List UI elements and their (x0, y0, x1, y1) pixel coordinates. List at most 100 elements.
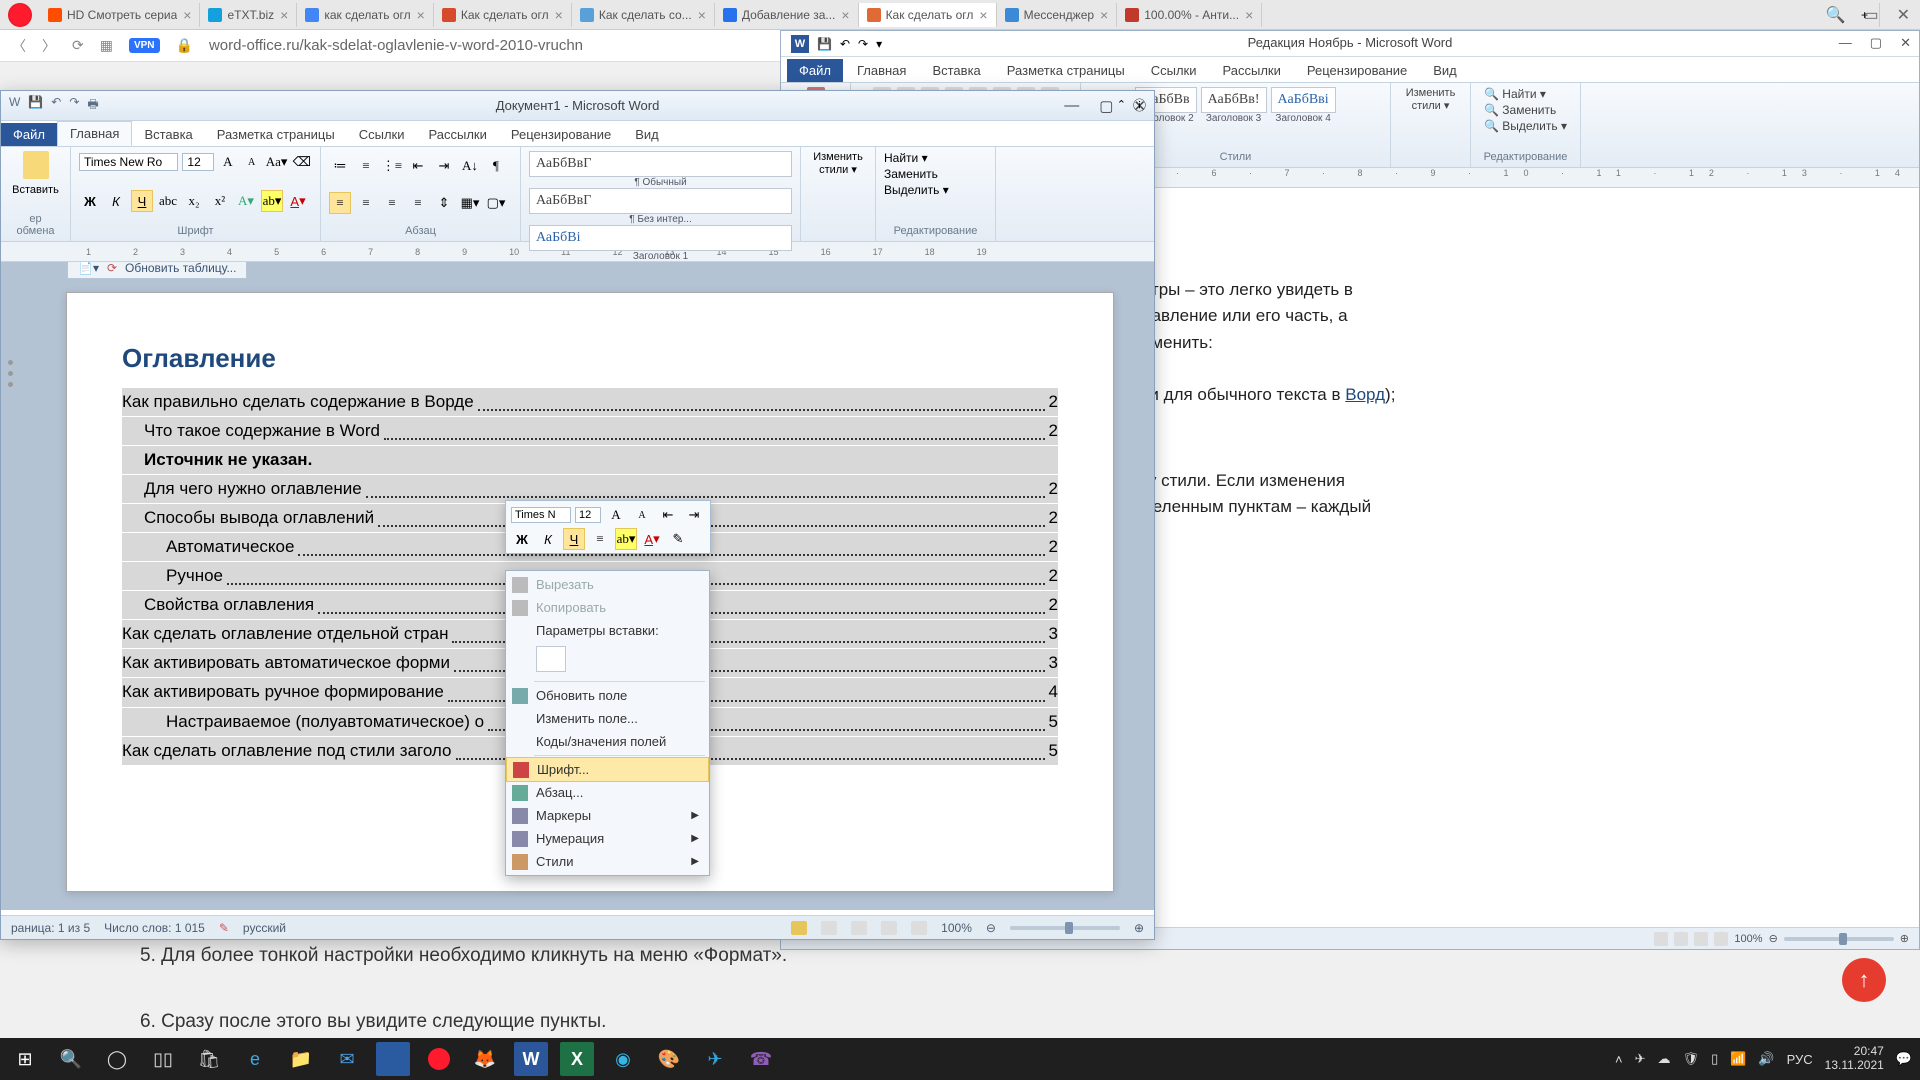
ribbon-tab[interactable]: Главная (57, 121, 132, 146)
tray-shield-icon[interactable]: 🛡 (1683, 1051, 1700, 1067)
mini-format-painter-icon[interactable]: ✎ (667, 528, 689, 550)
context-menu-item[interactable]: Шрифт... (506, 757, 709, 782)
view-web-icon[interactable] (851, 921, 867, 935)
proofing-icon[interactable]: ✎ (219, 921, 229, 935)
toc-entry[interactable]: Что такое содержание в Word2 (122, 417, 1058, 445)
shading-icon[interactable]: ▦▾ (459, 192, 481, 214)
telegram-icon[interactable]: ✈ (698, 1042, 732, 1076)
reload-button[interactable]: ⟳ (72, 37, 84, 54)
ribbon-tab[interactable]: Ссылки (347, 123, 417, 146)
context-menu-item[interactable]: Абзац... (506, 781, 709, 804)
close-tab-icon[interactable]: × (979, 7, 987, 23)
align-right-button[interactable]: ≡ (381, 192, 403, 214)
search-icon[interactable]: 🔍 (1826, 5, 1846, 25)
browser-sidebar-dots[interactable] (8, 360, 13, 387)
close-tab-icon[interactable]: × (1100, 7, 1108, 23)
mail-icon[interactable]: ✉ (330, 1042, 364, 1076)
minimize-button[interactable]: — (1839, 35, 1852, 51)
close-tab-icon[interactable]: × (698, 7, 706, 23)
context-menu-item[interactable]: Коды/значения полей (506, 730, 709, 753)
zoom-in-icon[interactable]: ⊕ (1900, 932, 1909, 945)
close-tab-icon[interactable]: × (1245, 7, 1253, 23)
tray-wifi-icon[interactable]: 📶 (1730, 1051, 1746, 1067)
align-center-button[interactable]: ≡ (355, 192, 377, 214)
undo-icon[interactable]: ↶ (840, 37, 850, 51)
subscript-button[interactable]: x₂ (183, 190, 205, 212)
vpn-badge[interactable]: VPN (129, 38, 160, 53)
language-status[interactable]: русский (243, 921, 286, 935)
redo-icon[interactable]: ↷ (858, 37, 868, 51)
context-menu-item[interactable]: Нумерация▶ (506, 827, 709, 850)
mini-dec-indent-icon[interactable]: ⇤ (657, 504, 679, 526)
browser-tab[interactable]: Мессенджер× (997, 3, 1118, 27)
mini-italic[interactable]: К (537, 528, 559, 550)
word-count[interactable]: Число слов: 1 015 (104, 921, 205, 935)
undo-icon[interactable]: ↶ (51, 95, 61, 116)
view-read-icon[interactable] (821, 921, 837, 935)
toc-entry[interactable]: Для чего нужно оглавление2 (122, 475, 1058, 503)
close-button[interactable]: ✕ (1900, 35, 1911, 51)
browser-tab[interactable]: Как сделать огл× (859, 3, 997, 27)
speed-dial-icon[interactable]: ▦ (100, 37, 113, 54)
mini-highlight[interactable]: ab▾ (615, 528, 637, 550)
link-word[interactable]: Ворд (1345, 385, 1385, 404)
multilevel-icon[interactable]: ⋮≡ (381, 155, 403, 177)
style-gallery-item[interactable]: АаБбВвГ¶ Без интер... (529, 188, 792, 225)
context-menu-item[interactable]: Обновить поле (506, 684, 709, 707)
notifications-icon[interactable]: 💬 (1896, 1051, 1912, 1067)
qat-more-icon[interactable]: ▾ (876, 37, 882, 51)
ribbon-collapse-icon[interactable]: ⌃ (1117, 98, 1126, 111)
edit-action[interactable]: Заменить (884, 167, 987, 181)
zoom-in-icon[interactable]: ⊕ (1134, 921, 1144, 935)
tray-battery-icon[interactable]: ▯ (1711, 1051, 1718, 1067)
excel-taskbar-icon[interactable]: X (560, 1042, 594, 1076)
firefox-icon[interactable]: 🦊 (468, 1042, 502, 1076)
edit-action[interactable]: 🔍 Выделить ▾ (1484, 119, 1567, 133)
view-draft-icon[interactable] (911, 921, 927, 935)
scroll-to-top-button[interactable]: ↑ (1842, 958, 1886, 1002)
opera-taskbar-icon[interactable] (422, 1042, 456, 1076)
browser-tab[interactable]: Как сделать со...× (572, 3, 715, 27)
numbering-icon[interactable]: ≡ (355, 155, 377, 177)
toc-icon[interactable]: 📄▾ (78, 262, 99, 275)
mini-font-name[interactable]: Times N (511, 507, 571, 523)
edit-action[interactable]: 🔍 Заменить (1484, 103, 1567, 117)
font-color-button[interactable]: A▾ (287, 190, 309, 212)
inc-indent-icon[interactable]: ⇥ (433, 155, 455, 177)
browser-tab[interactable]: Добавление за...× (715, 3, 859, 27)
change-styles-button[interactable]: Изменить стили ▾ (813, 151, 863, 176)
browser-tab[interactable]: HD Смотреть сериа× (40, 3, 200, 27)
align-justify-button[interactable]: ≡ (407, 192, 429, 214)
maximize-button[interactable]: ▢ (1099, 97, 1113, 115)
edit-action[interactable]: Выделить ▾ (884, 183, 987, 197)
ribbon-help-icon[interactable]: ⓘ (1133, 95, 1146, 114)
browser-tab[interactable]: eTXT.biz× (200, 3, 297, 27)
font-size-select[interactable]: 12 (182, 153, 213, 171)
show-marks-icon[interactable]: ¶ (485, 155, 507, 177)
page-status[interactable]: раница: 1 из 5 (11, 921, 90, 935)
app-icon-1[interactable] (376, 1042, 410, 1076)
search-button[interactable]: 🔍 (54, 1042, 88, 1076)
zoom-slider[interactable] (1784, 937, 1894, 941)
ribbon-tab[interactable]: Файл (1, 123, 57, 146)
ribbon-tab[interactable]: Рецензирование (1295, 59, 1419, 82)
back-button[interactable]: 〈 (12, 36, 26, 56)
zoom-out-icon[interactable]: ⊖ (986, 921, 996, 935)
shrink-font-icon[interactable]: A (242, 151, 262, 173)
style-gallery-item[interactable]: АаБбВв!Заголовок 3 (1201, 87, 1267, 124)
app-icon-2[interactable]: 🎨 (652, 1042, 686, 1076)
viber-icon[interactable]: ☎ (744, 1042, 778, 1076)
mini-font-color[interactable]: A▾ (641, 528, 663, 550)
zoom-slider[interactable] (1010, 926, 1120, 930)
ribbon-tab[interactable]: Ссылки (1139, 59, 1209, 82)
tray-icon[interactable]: ✈ (1635, 1051, 1646, 1067)
borders-icon[interactable]: ▢▾ (485, 192, 507, 214)
dec-indent-icon[interactable]: ⇤ (407, 155, 429, 177)
font-name-select[interactable]: Times New Ro (79, 153, 178, 171)
ribbon-tab[interactable]: Вид (623, 123, 671, 146)
paste-button[interactable]: Вставить (9, 151, 62, 196)
minimize-button[interactable]: — (1064, 97, 1079, 115)
mini-underline[interactable]: Ч (563, 528, 585, 550)
ribbon-tab[interactable]: Рассылки (417, 123, 499, 146)
edit-action[interactable]: Найти ▾ (884, 151, 987, 165)
